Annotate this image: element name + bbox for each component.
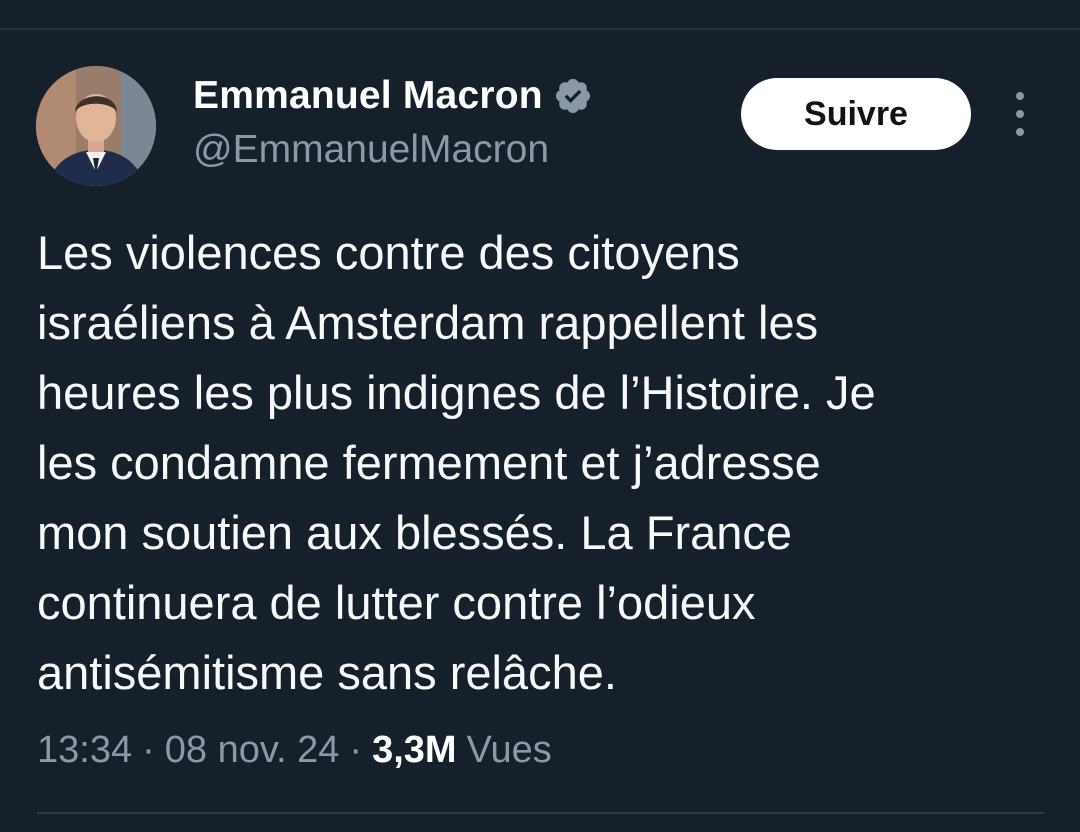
tweet-text-line: antisémitisme sans relâche. <box>37 646 617 699</box>
tweet-time[interactable]: 13:34 <box>37 729 132 772</box>
tweet-text-line: les condamne fermement et j’adresse <box>37 436 821 489</box>
display-name[interactable]: Emmanuel Macron <box>193 74 543 118</box>
follow-button[interactable]: Suivre <box>741 78 971 150</box>
meta-separator: · <box>349 728 363 771</box>
profile-photo-icon <box>36 66 156 186</box>
tweet-meta: 13:34 · 08 nov. 24 · 3,3M Vues <box>37 722 552 778</box>
user-handle[interactable]: @EmmanuelMacron <box>193 128 549 172</box>
vertical-ellipsis-icon <box>1016 128 1024 136</box>
views-count[interactable]: 3,3M <box>372 729 456 772</box>
avatar[interactable] <box>36 66 156 186</box>
tweet-text-line: continuera de lutter contre l’odieux <box>37 576 756 629</box>
display-name-row: Emmanuel Macron <box>193 74 593 118</box>
tweet-date[interactable]: 08 nov. 24 <box>165 729 340 772</box>
bottom-divider <box>37 812 1044 814</box>
tweet-text: Les violences contre des citoyens israél… <box>37 218 1047 708</box>
views-label[interactable]: Vues <box>467 729 552 772</box>
vertical-ellipsis-icon <box>1016 92 1024 100</box>
meta-separator: · <box>142 728 155 771</box>
top-divider <box>0 28 1080 30</box>
tweet-text-line: israéliens à Amsterdam rappellent les <box>37 296 819 349</box>
more-options-button[interactable] <box>1004 92 1036 136</box>
tweet-text-line: heures les plus indignes de l’Histoire. … <box>37 366 876 419</box>
tweet-text-line: Les violences contre des citoyens <box>37 226 740 279</box>
verified-badge-icon <box>553 76 593 116</box>
vertical-ellipsis-icon <box>1016 110 1024 118</box>
tweet-text-line: mon soutien aux blessés. La France <box>37 506 793 559</box>
tweet-screen: Emmanuel Macron @EmmanuelMacron Suivre L… <box>0 0 1080 832</box>
